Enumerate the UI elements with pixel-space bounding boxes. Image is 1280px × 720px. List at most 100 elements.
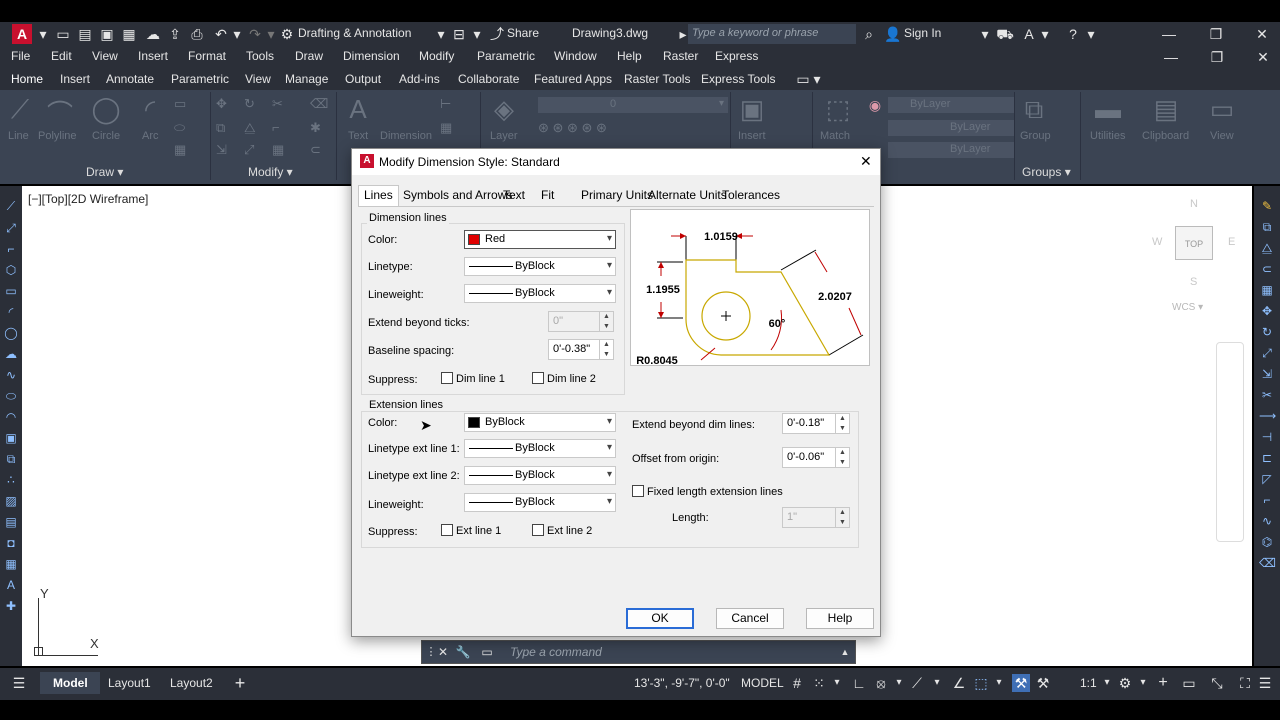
ellipse-arc-icon[interactable]: ◠ (3, 409, 19, 425)
extend-icon[interactable]: ⟶ (1259, 408, 1276, 424)
snap-arrow-icon[interactable]: ▾ (828, 674, 846, 692)
table-insert-icon[interactable]: ▦ (440, 120, 452, 136)
table-icon[interactable]: ▦ (3, 556, 19, 572)
spin-down-icon[interactable]: ▼ (835, 424, 849, 434)
add-layout-icon[interactable]: + (231, 674, 249, 692)
tab-raster-tools[interactable]: Raster Tools (624, 72, 690, 86)
annotation-scale[interactable]: 1:1 (1080, 676, 1097, 690)
tab-text[interactable]: Text (503, 188, 525, 202)
match-properties-icon[interactable]: ⬚ (818, 94, 858, 125)
close-icon[interactable]: ✕ (1253, 25, 1271, 43)
object-snap-tracking-icon[interactable]: ∠ (950, 674, 968, 692)
store-arrow-icon[interactable]: ▾ (1036, 25, 1054, 43)
utilities-label[interactable]: Utilities (1090, 130, 1125, 142)
coordinates-readout[interactable]: 13'-3", -9'-7", 0'-0" (634, 676, 730, 690)
dim-line-1-checkbox[interactable] (441, 372, 453, 384)
tab-symbols-and-arrows[interactable]: Symbols and Arrows (403, 188, 512, 202)
workspace-switch[interactable]: Drafting & Annotation (298, 26, 411, 40)
tab-fit[interactable]: Fit (541, 188, 554, 202)
command-line[interactable]: ⋮ ✕ 🔧 ▭ Type a command ▲ (421, 640, 856, 664)
dialog-close-icon[interactable]: ✕ (860, 153, 872, 170)
menu-tools[interactable]: Tools (246, 49, 274, 63)
line-tool-label[interactable]: Line (8, 130, 29, 142)
polar-arrow-icon[interactable]: ▾ (890, 674, 908, 692)
erase-icon[interactable]: ⌫ (1259, 555, 1276, 571)
chamfer-icon[interactable]: ◸ (1259, 471, 1275, 487)
menu-dimension[interactable]: Dimension (343, 49, 400, 63)
tab-insert[interactable]: Insert (60, 72, 90, 86)
user-icon[interactable]: 👤 (884, 25, 902, 43)
menu-draw[interactable]: Draw (295, 49, 323, 63)
menu-window[interactable]: Window (554, 49, 597, 63)
spin-up-icon[interactable]: ▲ (835, 448, 849, 458)
viewport-controls[interactable]: [−][Top][2D Wireframe] (28, 192, 148, 206)
tab-primary-units[interactable]: Primary Units (581, 188, 653, 202)
menu-express[interactable]: Express (715, 49, 758, 63)
fillet-icon[interactable]: ⌐ (272, 120, 280, 135)
insert-block-label[interactable]: Insert (738, 130, 766, 142)
linetype-ext-line-2-select[interactable]: ByBlock ▾ (464, 466, 616, 485)
menu-parametric[interactable]: Parametric (477, 49, 535, 63)
explode-icon[interactable]: ⌬ (1259, 534, 1275, 550)
rotate-icon[interactable]: ↻ (244, 96, 255, 112)
point-icon[interactable]: ∴ (3, 472, 19, 488)
polar-icon[interactable]: ⦻ (872, 674, 890, 692)
autoscale-icon[interactable]: ⚒ (1034, 674, 1052, 692)
text-tool-label[interactable]: Text (348, 130, 368, 142)
region-icon[interactable]: ◘ (3, 535, 19, 551)
ext-line-2-checkbox[interactable] (532, 524, 544, 536)
save-icon[interactable]: ▣ (98, 25, 116, 43)
customize-wrench-icon[interactable]: 🔧 (454, 643, 472, 661)
command-history-icon[interactable]: ▲ (836, 643, 854, 661)
view-label[interactable]: View (1210, 130, 1234, 142)
doc-restore-icon[interactable]: ❐ (1208, 48, 1226, 66)
compass-west[interactable]: W (1152, 236, 1162, 248)
navigation-bar[interactable] (1216, 342, 1244, 542)
scale-icon[interactable]: ⤢ (1259, 345, 1275, 361)
undo-arrow-icon[interactable]: ▾ (228, 25, 246, 43)
tab-alternate-units[interactable]: Alternate Units (648, 188, 727, 202)
spin-down-icon[interactable]: ▼ (599, 350, 613, 360)
extend-beyond-dim-lines-spinner[interactable]: 0'-0.18" ▲ ▼ (782, 413, 850, 434)
scale-icon[interactable]: ⤢ (244, 142, 254, 158)
scale-arrow-icon[interactable]: ▾ (1098, 674, 1116, 692)
lineweight-dropdown[interactable]: ByLayer (888, 142, 1014, 158)
group-label[interactable]: Group (1020, 130, 1051, 142)
open-file-icon[interactable]: ▤ (76, 25, 94, 43)
panel-draw-title[interactable]: Draw ▾ (86, 165, 123, 179)
revision-cloud-icon[interactable]: ☁ (3, 346, 19, 362)
join-icon[interactable]: ⊏ (1259, 450, 1275, 466)
tab-layout2[interactable]: Layout2 (170, 676, 213, 690)
layer-tools-icon[interactable]: ⊛ ⊛ ⊛ ⊛ ⊛ (538, 120, 607, 136)
cloud-icon[interactable]: ☁ (144, 25, 162, 43)
offset-icon[interactable]: ⊂ (310, 142, 321, 158)
array-icon[interactable]: ▦ (272, 142, 284, 158)
wcs-menu[interactable]: WCS ▾ (1172, 302, 1203, 313)
trim-icon[interactable]: ✂ (1259, 387, 1275, 403)
view-icon[interactable]: ▭ (1202, 94, 1242, 125)
construction-line-icon[interactable]: ⤢ (3, 220, 19, 236)
erase-icon[interactable]: ⌫ (310, 96, 328, 112)
offset-from-origin-spinner[interactable]: 0'-0.06" ▲ ▼ (782, 447, 850, 468)
customize-arrow-icon[interactable]: ▾ (468, 25, 486, 43)
tab-output[interactable]: Output (345, 72, 381, 86)
spin-up-icon[interactable]: ▲ (599, 340, 613, 350)
panel-modify-title[interactable]: Modify ▾ (248, 165, 293, 179)
object-snap-icon[interactable]: ⬚ (972, 674, 990, 692)
hatch-icon[interactable]: ▨ (3, 493, 19, 509)
arc-tool-icon[interactable]: ◜ (130, 94, 170, 125)
insert-block-icon[interactable]: ▣ (3, 430, 19, 446)
baseline-spacing-spinner[interactable]: 0'-0.38" ▲ ▼ (548, 339, 614, 360)
text-tool-icon[interactable]: A (338, 94, 378, 125)
share-icon[interactable]: ⤴ (488, 25, 506, 43)
spin-up-icon[interactable]: ▲ (835, 414, 849, 424)
linetype-ext-line-1-select[interactable]: ByBlock ▾ (464, 439, 616, 458)
menu-format[interactable]: Format (188, 49, 226, 63)
gradient-icon[interactable]: ▤ (3, 514, 19, 530)
tab-manage[interactable]: Manage (285, 72, 328, 86)
workspace-settings-icon[interactable]: ⚙ (1116, 674, 1134, 692)
ribbon-toggle-arrow-icon[interactable]: ▾ (808, 70, 826, 88)
workspace-arrow-icon[interactable]: ▾ (1134, 674, 1152, 692)
save-as-icon[interactable]: ▦ (120, 25, 138, 43)
insert-block-icon[interactable]: ▣ (732, 94, 772, 125)
